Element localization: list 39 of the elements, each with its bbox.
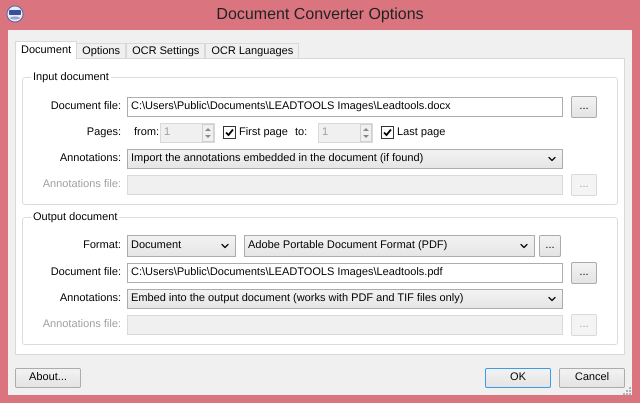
path-field[interactable]: C:\Users\Public\Documents\LEADTOOLS Images\Leadtools.pdf	[127, 262, 563, 282]
annotations-dropdown[interactable]: Embed into the output document (works with PDF and TIF files only)	[127, 288, 563, 308]
size-grip-icon	[623, 387, 631, 395]
group-title: Input document	[32, 70, 110, 85]
field-label: Annotations file:	[42, 317, 121, 332]
check-icon	[383, 128, 392, 137]
field-label: Annotations:	[58, 151, 121, 166]
spin-arrows-icon	[202, 124, 214, 142]
browse-button[interactable]: ...	[539, 234, 561, 256]
group-title: Output document	[32, 210, 118, 225]
field-label: Format:	[82, 238, 121, 254]
checkbox[interactable]	[223, 126, 236, 139]
window-title: Document Converter Options	[216, 5, 424, 25]
format-type-dropdown[interactable]: Document	[127, 234, 236, 256]
checkbox-label: Last page	[397, 125, 446, 140]
dialog-button[interactable]: Cancel	[559, 368, 625, 388]
field-label: Document file:	[50, 265, 121, 280]
browse-button[interactable]: ...	[571, 96, 597, 118]
app-icon	[6, 5, 24, 23]
checkbox-label: First page	[239, 125, 289, 140]
to-label: to:	[295, 125, 308, 140]
checkbox[interactable]	[381, 126, 394, 139]
annotations-dropdown[interactable]: Import the annotations embedded in the document (if found)	[127, 148, 563, 168]
dialog-button[interactable]: OK	[485, 368, 551, 388]
check-icon	[225, 128, 234, 137]
tab[interactable]: OCR Languages	[205, 43, 300, 58]
from-label: from:	[134, 125, 160, 140]
format-dropdown[interactable]: Adobe Portable Document Format (PDF)	[244, 234, 535, 256]
dialog-button[interactable]: About...	[15, 368, 81, 388]
field-label: Annotations file:	[42, 177, 121, 192]
spin-arrows-icon	[360, 124, 372, 142]
tab[interactable]: OCR Settings	[126, 43, 206, 58]
path-field[interactable]: C:\Users\Public\Documents\LEADTOOLS Images\Leadtools.docx	[127, 96, 563, 116]
field-label: Annotations:	[58, 291, 121, 306]
tab[interactable]: Document	[15, 41, 78, 59]
tab[interactable]: Options	[76, 43, 126, 58]
browse-button[interactable]: ...	[571, 262, 597, 284]
field-label: Document file:	[50, 99, 121, 114]
field-label: Pages:	[86, 125, 121, 140]
